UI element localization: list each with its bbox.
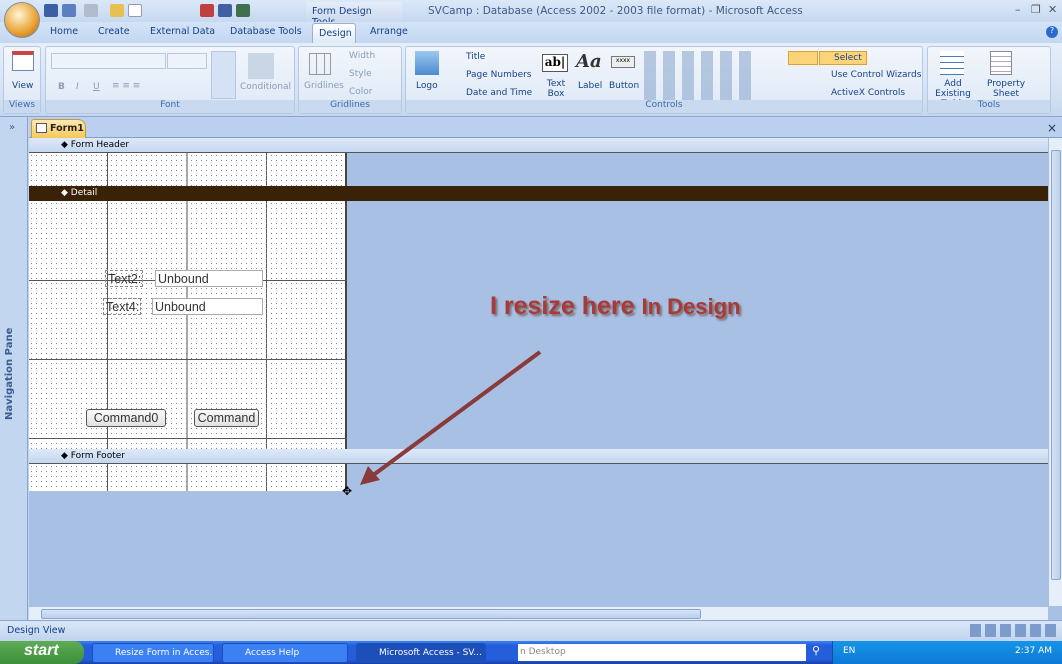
desktop-search-input[interactable]: n Desktop <box>518 644 806 661</box>
office-button[interactable] <box>4 2 40 38</box>
taskbar-item-browser[interactable]: Resize Form in Acces... <box>92 643 214 663</box>
view-switcher-buttons[interactable] <box>970 624 1056 637</box>
annotation-arrow <box>360 350 542 485</box>
horizontal-scroll-thumb[interactable] <box>41 609 701 619</box>
status-bar: Design View <box>0 620 1062 641</box>
taskbar-item-access[interactable]: Microsoft Access - SV... <box>356 643 486 663</box>
system-tray: EN 2:37 AM <box>832 641 1062 664</box>
status-view-label: Design View <box>7 625 66 636</box>
horizontal-scrollbar[interactable] <box>29 606 1048 620</box>
vertical-scroll-thumb[interactable] <box>1051 150 1061 580</box>
search-icon[interactable]: ⚲ <box>812 644 820 657</box>
clock[interactable]: 2:37 AM <box>1015 646 1052 656</box>
vertical-scrollbar[interactable] <box>1048 138 1062 606</box>
start-button[interactable]: start <box>0 641 84 664</box>
language-indicator[interactable]: EN <box>843 646 855 656</box>
taskbar-item-access-help[interactable]: Access Help <box>222 643 348 663</box>
